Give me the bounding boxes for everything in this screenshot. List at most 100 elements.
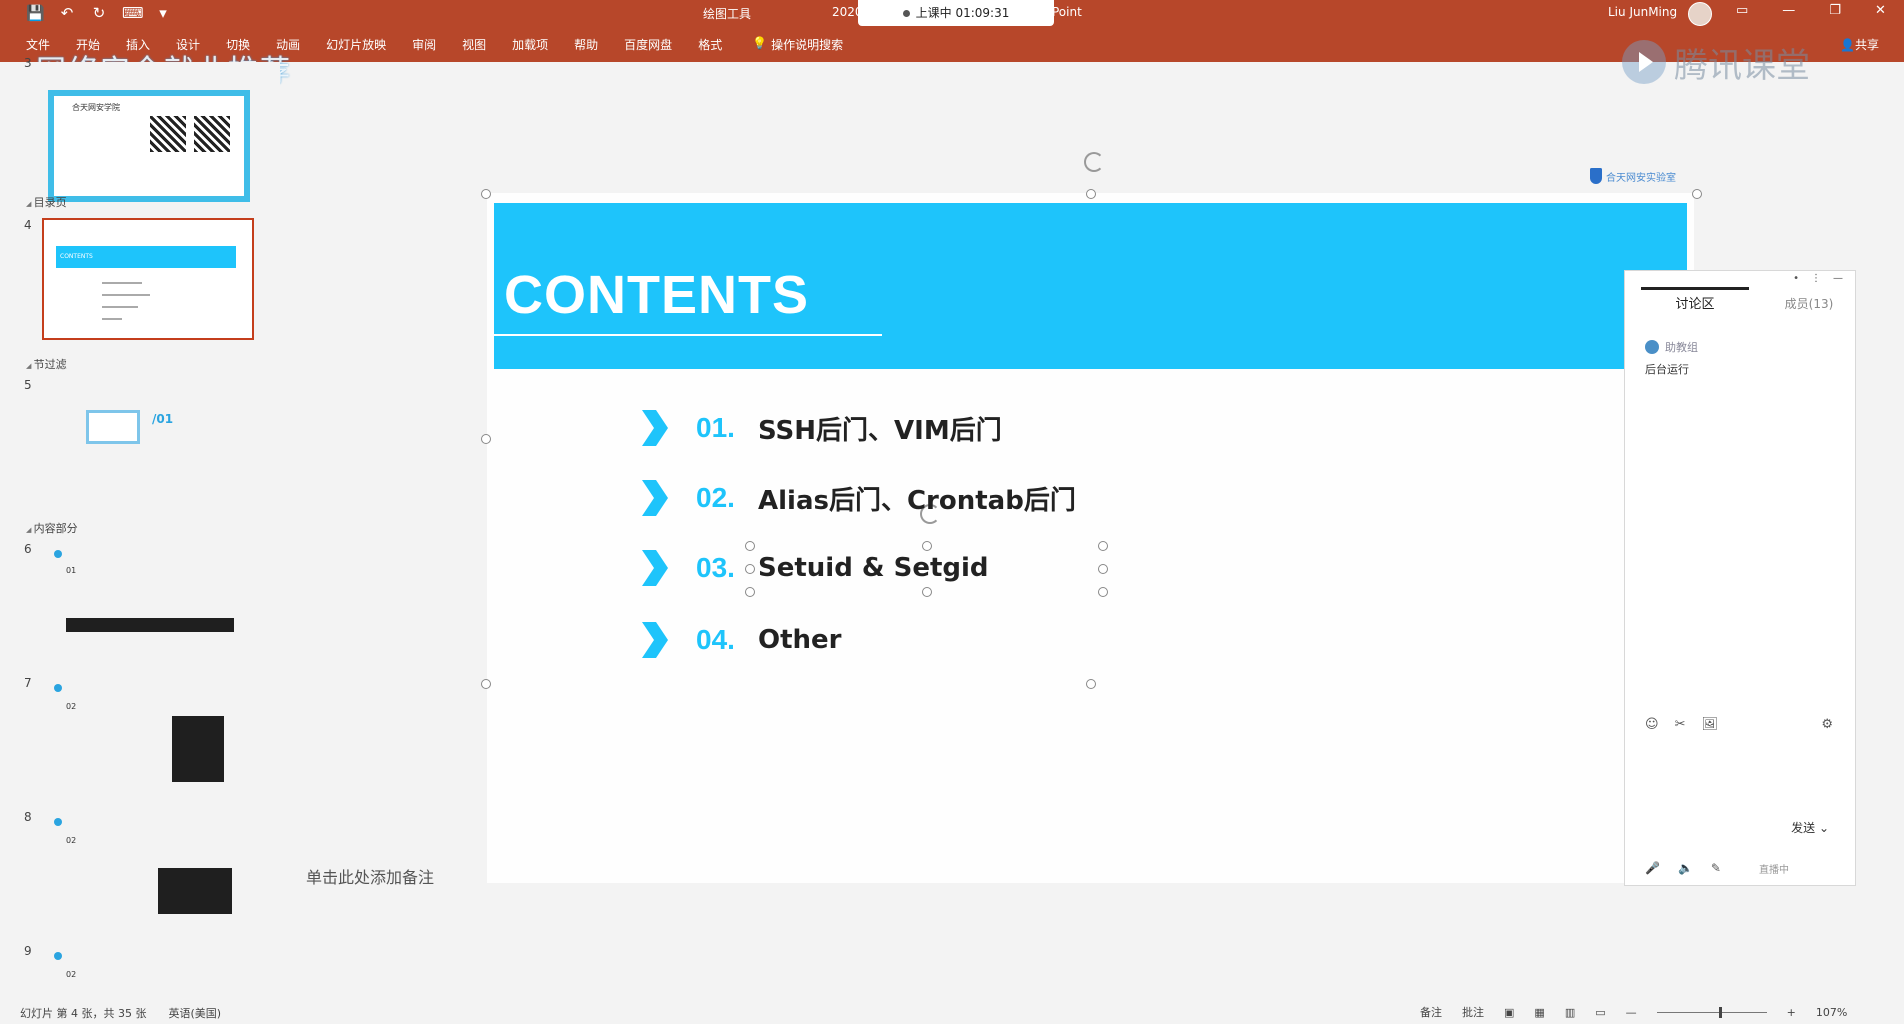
speaker-icon[interactable]: 🔈 xyxy=(1678,861,1693,876)
tab-format[interactable]: 格式 xyxy=(698,36,722,53)
slide-sorter-icon[interactable]: ▦ xyxy=(1534,1006,1544,1019)
zoom-slider[interactable] xyxy=(1656,1006,1767,1018)
minimize-icon[interactable]: — xyxy=(1782,3,1795,18)
title-underline xyxy=(494,334,882,336)
customize-toolbar-icon[interactable]: ▾ xyxy=(154,4,172,22)
tab-review[interactable]: 审阅 xyxy=(412,36,436,53)
selection-handle[interactable] xyxy=(1086,679,1096,689)
slide-thumbnail-5[interactable]: /01 xyxy=(52,410,202,450)
slide-thumbnail-pane[interactable]: 3 合天网安学院 目录页 4 CONTENTS 节过滤 5 /01 内容部分 6… xyxy=(0,56,280,1000)
thumbnail-number: 02 xyxy=(66,702,77,711)
message-tools: ☺ ✂ 🖼 xyxy=(1645,717,1718,732)
selection-handle[interactable] xyxy=(481,189,491,199)
settings-icon[interactable]: ⚙ xyxy=(1821,717,1833,732)
slide-number-4: 4 xyxy=(24,218,32,232)
slide-thumbnail-6[interactable] xyxy=(66,618,234,632)
comments-button[interactable]: 批注 xyxy=(1462,1004,1484,1020)
pen-icon[interactable]: ✎ xyxy=(1711,861,1721,876)
tab-baidu-netdisk[interactable]: 百度网盘 xyxy=(624,36,672,53)
user-name[interactable]: Liu JunMing xyxy=(1608,5,1677,19)
section-toc[interactable]: 目录页 xyxy=(26,194,67,210)
thumbnail-title: CONTENTS xyxy=(56,246,236,268)
emoji-icon[interactable]: ☺ xyxy=(1645,717,1659,732)
lightbulb-icon: 💡 xyxy=(752,36,768,50)
zoom-out-button[interactable]: — xyxy=(1626,1006,1637,1019)
window-controls: ▭ — ❐ ✕ xyxy=(1736,3,1886,18)
slide-title[interactable]: CONTENTS xyxy=(504,264,809,326)
pin-icon[interactable]: • xyxy=(1793,273,1799,284)
scissors-icon[interactable]: ✂ xyxy=(1675,717,1686,732)
toc-item-1[interactable]: 01. SSH后门、VIM后门 xyxy=(640,408,1002,448)
chevron-right-icon xyxy=(640,408,670,448)
play-logo-icon xyxy=(1622,40,1666,84)
tab-view[interactable]: 视图 xyxy=(462,36,486,53)
selection-handle[interactable] xyxy=(745,587,755,597)
image-icon[interactable]: 🖼 xyxy=(1701,717,1718,732)
normal-view-icon[interactable]: ▣ xyxy=(1504,1006,1514,1019)
slide-thumbnail-8[interactable] xyxy=(158,868,232,914)
touch-mode-icon[interactable]: ⌨ xyxy=(122,4,144,22)
chevron-right-icon xyxy=(640,548,670,588)
toc-number: 02. xyxy=(696,482,735,513)
tab-members[interactable]: 成员(13) xyxy=(1769,287,1849,317)
selection-handle[interactable] xyxy=(1098,564,1108,574)
tab-slideshow[interactable]: 幻灯片放映 xyxy=(326,36,386,53)
notes-placeholder[interactable]: 单击此处添加备注 xyxy=(306,864,434,888)
selection-handle[interactable] xyxy=(1086,189,1096,199)
live-dot-icon xyxy=(902,10,910,17)
microphone-icon[interactable]: 🎤 xyxy=(1645,861,1660,876)
slide-thumbnail-7[interactable] xyxy=(172,716,224,782)
thumbnail-dot xyxy=(54,818,62,826)
toc-item-3[interactable]: 03. Setuid & Setgid xyxy=(640,548,989,588)
thumbnail-number: 02 xyxy=(66,970,77,979)
thumbnail-line xyxy=(102,318,122,320)
toc-item-2[interactable]: 02. Alias后门、Crontab后门 xyxy=(640,478,1076,518)
slide-thumbnail-3[interactable]: 合天网安学院 xyxy=(48,90,250,202)
rotate-handle-icon[interactable] xyxy=(1084,152,1104,172)
selection-handle[interactable] xyxy=(922,587,932,597)
close-icon[interactable]: ✕ xyxy=(1875,3,1886,18)
tab-help[interactable]: 帮助 xyxy=(574,36,598,53)
ribbon-display-icon[interactable]: ▭ xyxy=(1736,3,1748,18)
slide-number-7: 7 xyxy=(24,676,32,690)
save-icon[interactable]: 💾 xyxy=(26,4,45,22)
restore-icon[interactable]: ❐ xyxy=(1829,3,1841,18)
selection-handle[interactable] xyxy=(481,679,491,689)
reading-view-icon[interactable]: ▥ xyxy=(1565,1006,1575,1019)
notes-button[interactable]: 备注 xyxy=(1420,1004,1442,1020)
selection-handle[interactable] xyxy=(481,434,491,444)
minimize-icon[interactable]: — xyxy=(1833,273,1843,284)
tab-addins[interactable]: 加载项 xyxy=(512,36,548,53)
more-icon[interactable]: ⋮ xyxy=(1811,273,1821,284)
redo-icon[interactable]: ↻ xyxy=(90,4,108,22)
thumbnail-dot xyxy=(54,684,62,692)
avatar[interactable] xyxy=(1688,2,1712,26)
slide-number-5: 5 xyxy=(24,378,32,392)
send-button[interactable]: 发送 ⌄ xyxy=(1791,819,1829,836)
section-divider[interactable]: 节过滤 xyxy=(26,356,67,372)
zoom-in-button[interactable]: + xyxy=(1787,1006,1796,1019)
slide-thumbnail-4-selected[interactable]: CONTENTS xyxy=(42,218,254,340)
thumbnail-title: 合天网安学院 xyxy=(72,103,120,112)
selection-handle[interactable] xyxy=(1692,189,1702,199)
language-indicator[interactable]: 英语(美国) xyxy=(168,1005,221,1021)
zoom-level[interactable]: 107% xyxy=(1816,1006,1847,1019)
thumbnail-number: /01 xyxy=(152,412,174,426)
toc-text: Setuid & Setgid xyxy=(758,553,989,583)
slideshow-icon[interactable]: ▭ xyxy=(1595,1006,1605,1019)
class-timer[interactable]: 上课中 01:09:31 xyxy=(858,0,1054,26)
discussion-panel: • ⋮ — 讨论区 成员(13) 助教组 后台运行 ☺ ✂ 🖼 ⚙ 发送 ⌄ 🎤… xyxy=(1624,270,1856,886)
media-controls: 🎤 🔈 ✎ 直播中 xyxy=(1645,861,1789,876)
tab-discussion[interactable]: 讨论区 xyxy=(1641,287,1749,320)
share-button[interactable]: 👤共享 xyxy=(1840,36,1879,53)
chevron-right-icon xyxy=(640,478,670,518)
selection-handle[interactable] xyxy=(1098,541,1108,551)
message-text: 后台运行 xyxy=(1645,363,1689,376)
section-content[interactable]: 内容部分 xyxy=(26,520,78,536)
tell-me-search[interactable]: 操作说明搜索 xyxy=(771,36,843,53)
toc-item-4[interactable]: 04. Other xyxy=(640,620,842,660)
selection-handle[interactable] xyxy=(1098,587,1108,597)
undo-icon[interactable]: ↶ xyxy=(58,4,76,22)
status-left: 幻灯片 第 4 张，共 35 张 英语(美国) xyxy=(20,1005,221,1021)
user-icon xyxy=(1645,340,1659,354)
